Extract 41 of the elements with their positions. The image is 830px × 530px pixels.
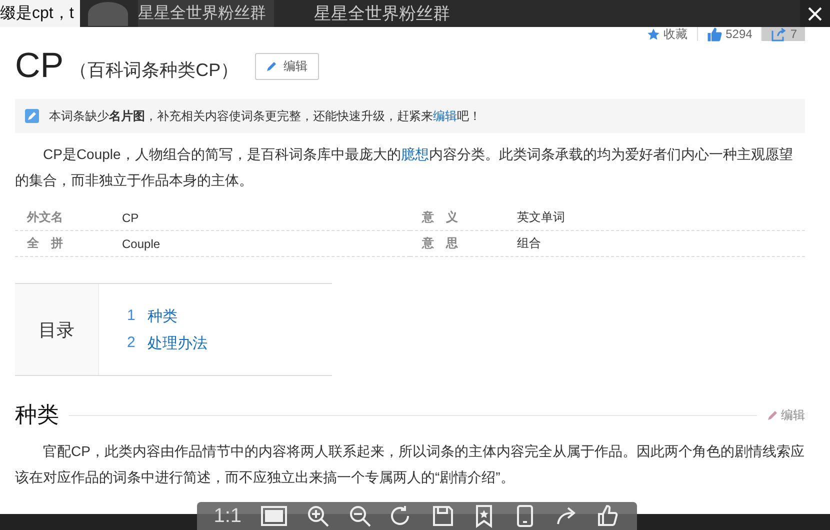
- toc-link[interactable]: 1 种类: [127, 306, 208, 326]
- info-label: 意 义: [420, 209, 459, 226]
- actual-size-button[interactable]: 1:1: [214, 504, 242, 528]
- page-subtitle: （百科词条种类CP）: [70, 59, 239, 82]
- group-name: 星星全世界粉丝群: [138, 0, 274, 27]
- info-label: 外文名: [26, 209, 64, 226]
- thumbs-up-icon[interactable]: [596, 504, 620, 528]
- zoom-in-icon[interactable]: [306, 504, 330, 528]
- toc-title: 目录: [15, 284, 99, 375]
- section-edit-link[interactable]: 编辑: [767, 406, 805, 424]
- like-link[interactable]: 5294: [696, 27, 762, 41]
- background-text: 缀是cpt，t: [0, 0, 80, 27]
- close-icon: [808, 6, 822, 20]
- edit-icon: [25, 109, 39, 123]
- pencil-icon: [266, 60, 278, 72]
- page-title: CP: [15, 46, 64, 86]
- info-value: Couple: [122, 236, 160, 250]
- thumbs-up-icon: [706, 26, 722, 42]
- share-link[interactable]: 7: [761, 27, 805, 41]
- info-value: 英文单词: [517, 209, 565, 226]
- viewer-title: 星星全世界粉丝群: [314, 3, 450, 25]
- notice-text: 本词条缺少名片图，补充相关内容使词条更完整，还能快速升级，赶紧来编辑吧！: [49, 108, 481, 124]
- section-heading: 种类: [15, 401, 59, 429]
- fit-screen-icon[interactable]: [258, 504, 289, 528]
- pencil-icon: [767, 409, 779, 421]
- info-label: 全 拼: [26, 235, 64, 252]
- info-value: 组合: [517, 235, 541, 252]
- favorite-link[interactable]: 收藏: [638, 27, 697, 41]
- edit-button[interactable]: 编辑: [254, 52, 319, 80]
- zoom-out-icon[interactable]: [348, 504, 372, 528]
- section-paragraph: 官配CP，此类内容由作品情节中的内容将两人联系起来，所以词条的主体内容完全从属于作品。因此两个角色的剧情线索应该在对应作品的词条中进行简述，而不应独立出来搞一个专属两人的“剧情介绍”。: [15, 442, 805, 487]
- info-value: CP: [122, 210, 139, 224]
- toc-link[interactable]: 2 处理办法: [127, 334, 208, 352]
- edit-link[interactable]: 编辑: [433, 108, 457, 122]
- intro-paragraph: CP是Couple，人物组合的简写，是百科词条库中最庞大的臆想内容分类。此类词条承载的均为爱好者们内心一种主观愿望的集合，而非独立于作品本身的主体。: [15, 145, 794, 190]
- info-label: 意 思: [420, 235, 459, 252]
- save-icon[interactable]: [430, 504, 455, 528]
- term-link[interactable]: 臆想: [400, 146, 429, 162]
- close-button[interactable]: [800, 0, 830, 27]
- star-icon: [646, 28, 660, 40]
- share-icon: [771, 26, 786, 42]
